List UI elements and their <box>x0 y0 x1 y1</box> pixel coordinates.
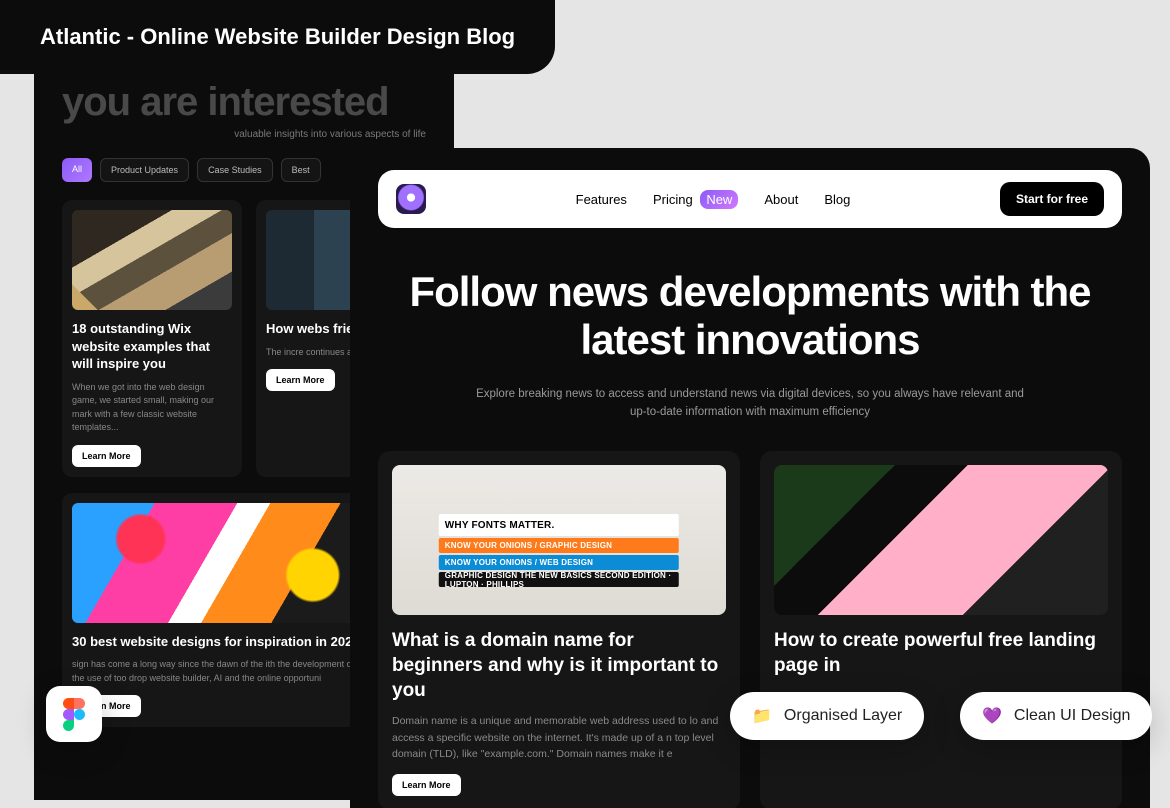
card-title: 18 outstanding Wix website examples that… <box>72 320 232 373</box>
pill-label: Organised Layer <box>784 707 902 725</box>
hero-heading: Follow news developments with the latest… <box>378 268 1122 365</box>
learn-more-button[interactable]: Learn More <box>72 445 141 467</box>
article-card: WHY FONTS MATTER. KNOW YOUR ONIONS / GRA… <box>378 451 740 808</box>
nav-blog[interactable]: Blog <box>824 192 850 207</box>
filter-case-studies[interactable]: Case Studies <box>197 158 273 182</box>
mini-card: 18 outstanding Wix website examples that… <box>62 200 242 477</box>
figma-icon <box>46 686 102 742</box>
hero-sub: Explore breaking news to access and unde… <box>470 385 1030 422</box>
new-badge: New <box>700 190 738 209</box>
learn-more-button[interactable]: Learn More <box>392 774 461 796</box>
heart-icon: 💜 <box>982 706 1002 726</box>
article-thumbnail <box>774 465 1108 615</box>
product-title-banner: Atlantic - Online Website Builder Design… <box>0 0 555 74</box>
filter-all[interactable]: All <box>62 158 92 182</box>
article-title: How to create powerful free landing page… <box>774 629 1108 678</box>
organised-layer-pill: 📁 Organised Layer <box>730 692 924 740</box>
article-card: How to create powerful free landing page… <box>760 451 1122 808</box>
navbar: Features Pricing New About Blog Start fo… <box>378 170 1122 228</box>
clean-ui-pill: 💜 Clean UI Design <box>960 692 1152 740</box>
start-for-free-button[interactable]: Start for free <box>1000 182 1104 216</box>
learn-more-button[interactable]: Learn More <box>266 369 335 391</box>
book-spine: WHY FONTS MATTER. <box>439 514 679 536</box>
nav-links: Features Pricing New About Blog <box>576 192 851 207</box>
product-title: Atlantic - Online Website Builder Design… <box>40 24 515 49</box>
logo-icon[interactable] <box>396 184 426 214</box>
nav-features[interactable]: Features <box>576 192 627 207</box>
folder-icon: 📁 <box>752 706 772 726</box>
pill-label: Clean UI Design <box>1014 707 1131 725</box>
article-title: What is a domain name for beginners and … <box>392 629 726 703</box>
book-stack: WHY FONTS MATTER. KNOW YOUR ONIONS / GRA… <box>439 512 679 587</box>
article-row: WHY FONTS MATTER. KNOW YOUR ONIONS / GRA… <box>378 451 1122 808</box>
book-spine: KNOW YOUR ONIONS / GRAPHIC DESIGN <box>439 538 679 553</box>
nav-about[interactable]: About <box>764 192 798 207</box>
book-spine: KNOW YOUR ONIONS / WEB DESIGN <box>439 555 679 570</box>
article-thumbnail: WHY FONTS MATTER. KNOW YOUR ONIONS / GRA… <box>392 465 726 615</box>
nav-pricing[interactable]: Pricing New <box>653 192 738 207</box>
nav-pricing-label: Pricing <box>653 192 693 207</box>
article-excerpt: Domain name is a unique and memorable we… <box>392 713 726 762</box>
left-hero-sub: valuable insights into various aspects o… <box>62 129 426 140</box>
card-thumbnail <box>72 210 232 310</box>
book-spine: GRAPHIC DESIGN THE NEW BASICS SECOND EDI… <box>439 572 679 587</box>
left-hero-fragment: you are interested <box>62 80 426 125</box>
filter-best[interactable]: Best <box>281 158 321 182</box>
filter-product-updates[interactable]: Product Updates <box>100 158 189 182</box>
card-excerpt: When we got into the web design game, we… <box>72 381 232 435</box>
